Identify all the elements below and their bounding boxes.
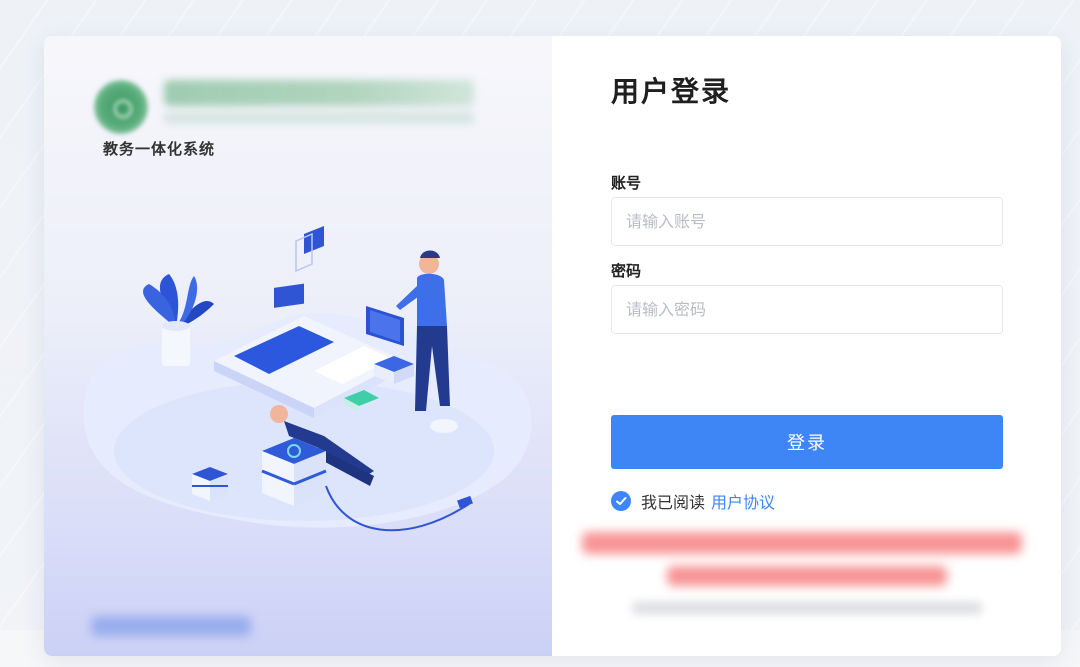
brand-panel: 教务一体化系统: [44, 36, 552, 656]
check-circle-icon[interactable]: [611, 491, 631, 511]
login-card: 教务一体化系统 用户登录 账号 请输入账号 密码 登录 我已阅读 用户协议: [44, 36, 1061, 656]
agreement-text: 我已阅读: [641, 493, 706, 512]
copyright-blurred: [632, 601, 982, 615]
server-box-icon: [261, 438, 327, 506]
password-label: 密码: [611, 262, 642, 280]
small-box-icon: [192, 467, 228, 501]
account-label: 账号: [611, 174, 642, 192]
user-agreement-link[interactable]: 用户协议: [711, 489, 775, 513]
login-button[interactable]: 登录: [611, 415, 1003, 469]
workspace-illustration: [83, 226, 532, 532]
login-panel: 用户登录 账号 密码 登录 我已阅读 用户协议: [552, 36, 1061, 656]
footer-link-blurred: [91, 616, 251, 636]
school-subtitle-blurred: [164, 112, 474, 124]
notice-blurred-line-1: [582, 532, 1022, 554]
account-input[interactable]: [611, 197, 1003, 246]
page-title: 用户登录: [611, 75, 732, 108]
agreement-row: 我已阅读 用户协议: [611, 490, 775, 512]
password-input[interactable]: [611, 285, 1003, 334]
system-name: 教务一体化系统: [103, 140, 216, 158]
school-name-blurred: [164, 80, 474, 106]
notice-blurred-line-2: [667, 566, 947, 586]
school-logo: [94, 76, 484, 134]
floating-card-icon: [295, 226, 324, 273]
school-emblem-icon: [94, 80, 148, 134]
